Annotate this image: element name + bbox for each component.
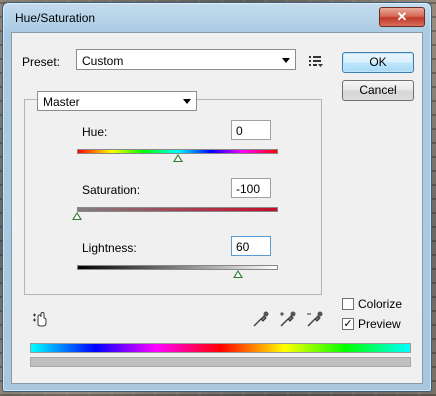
saturation-slider-track[interactable] [77,207,278,212]
targeted-adjustment-hand-icon[interactable] [32,310,50,328]
colorize-label: Colorize [358,297,403,311]
lightness-slider-track[interactable] [77,265,278,270]
lightness-label: Lightness: [82,241,137,255]
eyedropper-minus-icon[interactable] [306,310,324,328]
channel-value: Master [43,95,80,109]
saturation-slider-thumb[interactable] [72,212,82,220]
close-button[interactable]: ✕ [379,7,425,27]
hue-slider-thumb[interactable] [172,154,183,162]
colorize-checkbox[interactable] [342,298,354,310]
output-color-spectrum [30,357,411,367]
lightness-slider-thumb[interactable] [232,270,243,278]
chevron-down-icon [282,58,290,63]
hue-input[interactable]: 0 [231,120,271,140]
window-title: Hue/Saturation [15,11,96,25]
preset-dropdown[interactable]: Custom [76,49,296,70]
eyedropper-plus-icon[interactable] [279,310,297,328]
saturation-input[interactable]: -100 [231,178,271,198]
ok-button[interactable]: OK [342,52,414,73]
preset-label: Preset: [22,55,61,69]
preset-value: Custom [82,54,124,68]
dialog-body: Preset: Custom OK Cancel Master Hue: 0 S… [11,32,423,384]
preview-checkbox[interactable]: ✓ [342,318,354,330]
preset-options-icon[interactable] [308,54,324,68]
cancel-button[interactable]: Cancel [342,80,414,101]
input-color-spectrum [30,343,411,353]
title-bar[interactable]: Hue/Saturation ✕ [3,3,431,33]
lightness-input[interactable]: 60 [231,236,271,256]
hue-label: Hue: [82,125,108,139]
chevron-down-icon [183,99,191,104]
preview-label: Preview [358,317,401,331]
eyedropper-icon[interactable] [252,310,270,328]
channel-dropdown[interactable]: Master [37,91,197,111]
hue-saturation-dialog: Hue/Saturation ✕ Preset: Custom OK Cance… [2,2,432,392]
saturation-label: Saturation: [82,183,141,197]
